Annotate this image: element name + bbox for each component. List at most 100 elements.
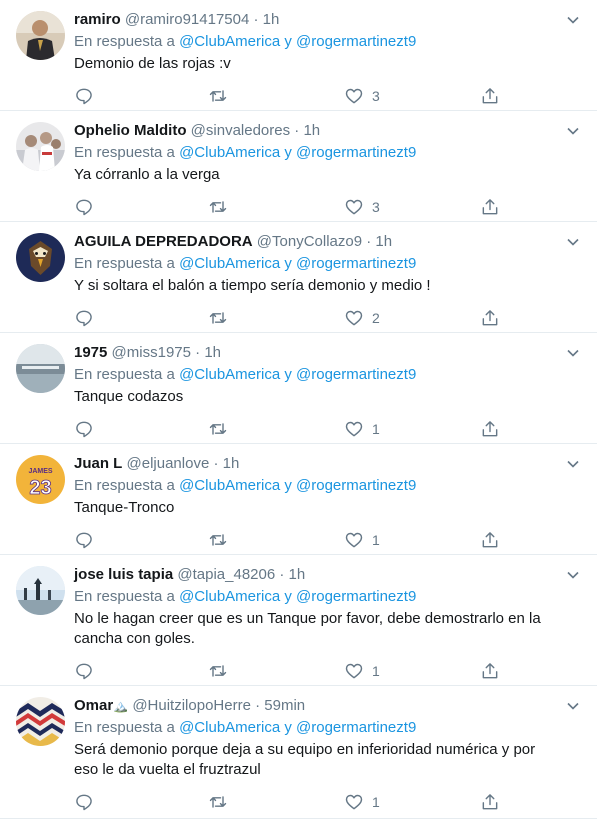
timestamp[interactable]: 1h: [303, 122, 320, 139]
tweet[interactable]: AGUILA DEPREDADORA @TonyCollazo9 · 1h En…: [0, 222, 597, 333]
share-button[interactable]: [480, 419, 500, 439]
chevron-down-icon[interactable]: [566, 568, 580, 582]
display-name[interactable]: ramiro: [74, 11, 121, 28]
reply-button[interactable]: [74, 530, 94, 550]
retweet-button[interactable]: [208, 661, 228, 681]
avatar[interactable]: JAMES 23: [16, 455, 65, 504]
tweet[interactable]: ramiro @ramiro91417504 · 1h En respuesta…: [0, 0, 597, 111]
like-button[interactable]: 3: [344, 86, 380, 106]
mention-link[interactable]: @rogermartinezt9: [296, 33, 416, 50]
user-handle[interactable]: @eljuanlove: [127, 455, 210, 472]
mention-link[interactable]: @rogermartinezt9: [296, 255, 416, 272]
share-button[interactable]: [480, 530, 500, 550]
like-icon: [345, 88, 363, 104]
like-button[interactable]: 1: [344, 419, 380, 439]
share-button[interactable]: [480, 308, 500, 328]
display-name[interactable]: Omar: [74, 697, 113, 714]
like-button[interactable]: 1: [344, 661, 380, 681]
chevron-down-icon[interactable]: [566, 457, 580, 471]
retweet-button[interactable]: [208, 419, 228, 439]
reply-button[interactable]: [74, 308, 94, 328]
reply-prefix: En respuesta a: [74, 366, 175, 383]
display-name[interactable]: Juan L: [74, 455, 122, 472]
chevron-down-icon[interactable]: [566, 13, 580, 27]
retweet-button[interactable]: [208, 792, 228, 812]
mention-link[interactable]: @ClubAmerica: [179, 255, 280, 272]
retweet-button[interactable]: [208, 308, 228, 328]
reply-icon: [76, 532, 92, 549]
reply-context: En respuesta a @ClubAmerica y @rogermart…: [74, 32, 557, 52]
user-handle[interactable]: @sinvaledores: [191, 122, 290, 139]
retweet-button[interactable]: [208, 86, 228, 106]
mention-link[interactable]: @rogermartinezt9: [296, 719, 416, 736]
like-button[interactable]: 2: [344, 308, 380, 328]
tweet[interactable]: Omar🏔️ @HuitzilopoHerre · 59min En respu…: [0, 686, 597, 819]
timestamp[interactable]: 59min: [264, 697, 305, 714]
chevron-down-icon[interactable]: [566, 346, 580, 360]
avatar[interactable]: [16, 344, 65, 393]
mention-link[interactable]: @ClubAmerica: [179, 588, 280, 605]
tweet[interactable]: JAMES 23 Juan L @eljuanlove · 1h En respu…: [0, 444, 597, 555]
user-handle[interactable]: @ramiro91417504: [125, 11, 249, 28]
like-count: 1: [372, 794, 380, 810]
chevron-down-icon[interactable]: [566, 124, 580, 138]
avatar[interactable]: [16, 566, 65, 615]
separator-dot: ·: [366, 233, 372, 250]
reply-button[interactable]: [74, 792, 94, 812]
reply-icon: [76, 88, 92, 105]
separator-dot: ·: [255, 697, 261, 714]
share-button[interactable]: [480, 86, 500, 106]
like-button[interactable]: 3: [344, 197, 380, 217]
mention-link[interactable]: @ClubAmerica: [179, 719, 280, 736]
tweet[interactable]: jose luis tapia @tapia_48206 · 1h En res…: [0, 555, 597, 686]
like-button[interactable]: 1: [344, 792, 380, 812]
avatar[interactable]: [16, 233, 65, 282]
mention-link[interactable]: @ClubAmerica: [179, 366, 280, 383]
mention-link[interactable]: @ClubAmerica: [179, 144, 280, 161]
reply-conjunction: y: [284, 255, 292, 272]
avatar[interactable]: [16, 122, 65, 171]
separator-dot: ·: [294, 122, 300, 139]
share-icon: [482, 794, 498, 810]
mention-link[interactable]: @rogermartinezt9: [296, 144, 416, 161]
like-button[interactable]: 1: [344, 530, 380, 550]
chevron-down-icon[interactable]: [566, 235, 580, 249]
avatar[interactable]: [16, 11, 65, 60]
mention-link[interactable]: @rogermartinezt9: [296, 366, 416, 383]
display-name[interactable]: Ophelio Maldito: [74, 122, 187, 139]
user-handle[interactable]: @HuitzilopoHerre: [132, 697, 251, 714]
user-handle[interactable]: @tapia_48206: [177, 566, 275, 583]
share-button[interactable]: [480, 661, 500, 681]
reply-button[interactable]: [74, 86, 94, 106]
share-button[interactable]: [480, 197, 500, 217]
tweet-text: Tanque codazos: [74, 388, 184, 405]
mention-link[interactable]: @ClubAmerica: [179, 477, 280, 494]
timestamp[interactable]: 1h: [263, 11, 280, 28]
user-handle[interactable]: @TonyCollazo9: [257, 233, 362, 250]
like-count: 2: [372, 310, 380, 326]
reply-button[interactable]: [74, 197, 94, 217]
tweet[interactable]: 1975 @miss1975 · 1h En respuesta a @Club…: [0, 333, 597, 444]
timestamp[interactable]: 1h: [289, 566, 306, 583]
tweet[interactable]: Ophelio Maldito @sinvaledores · 1h En re…: [0, 111, 597, 222]
timestamp[interactable]: 1h: [375, 233, 392, 250]
reply-button[interactable]: [74, 661, 94, 681]
tweet-text: Será demonio porque deja a su equipo en …: [74, 741, 536, 778]
retweet-button[interactable]: [208, 197, 228, 217]
avatar[interactable]: [16, 697, 65, 746]
reply-button[interactable]: [74, 419, 94, 439]
share-icon: [482, 663, 498, 679]
share-button[interactable]: [480, 792, 500, 812]
timestamp[interactable]: 1h: [204, 344, 221, 361]
display-name[interactable]: 1975: [74, 344, 107, 361]
mention-link[interactable]: @rogermartinezt9: [296, 588, 416, 605]
chevron-down-icon[interactable]: [566, 699, 580, 713]
retweet-button[interactable]: [208, 530, 228, 550]
timestamp[interactable]: 1h: [223, 455, 240, 472]
user-handle[interactable]: @miss1975: [112, 344, 191, 361]
display-name[interactable]: jose luis tapia: [74, 566, 173, 583]
display-name[interactable]: AGUILA DEPREDADORA: [74, 233, 253, 250]
share-icon: [482, 421, 498, 437]
mention-link[interactable]: @rogermartinezt9: [296, 477, 416, 494]
mention-link[interactable]: @ClubAmerica: [179, 33, 280, 50]
